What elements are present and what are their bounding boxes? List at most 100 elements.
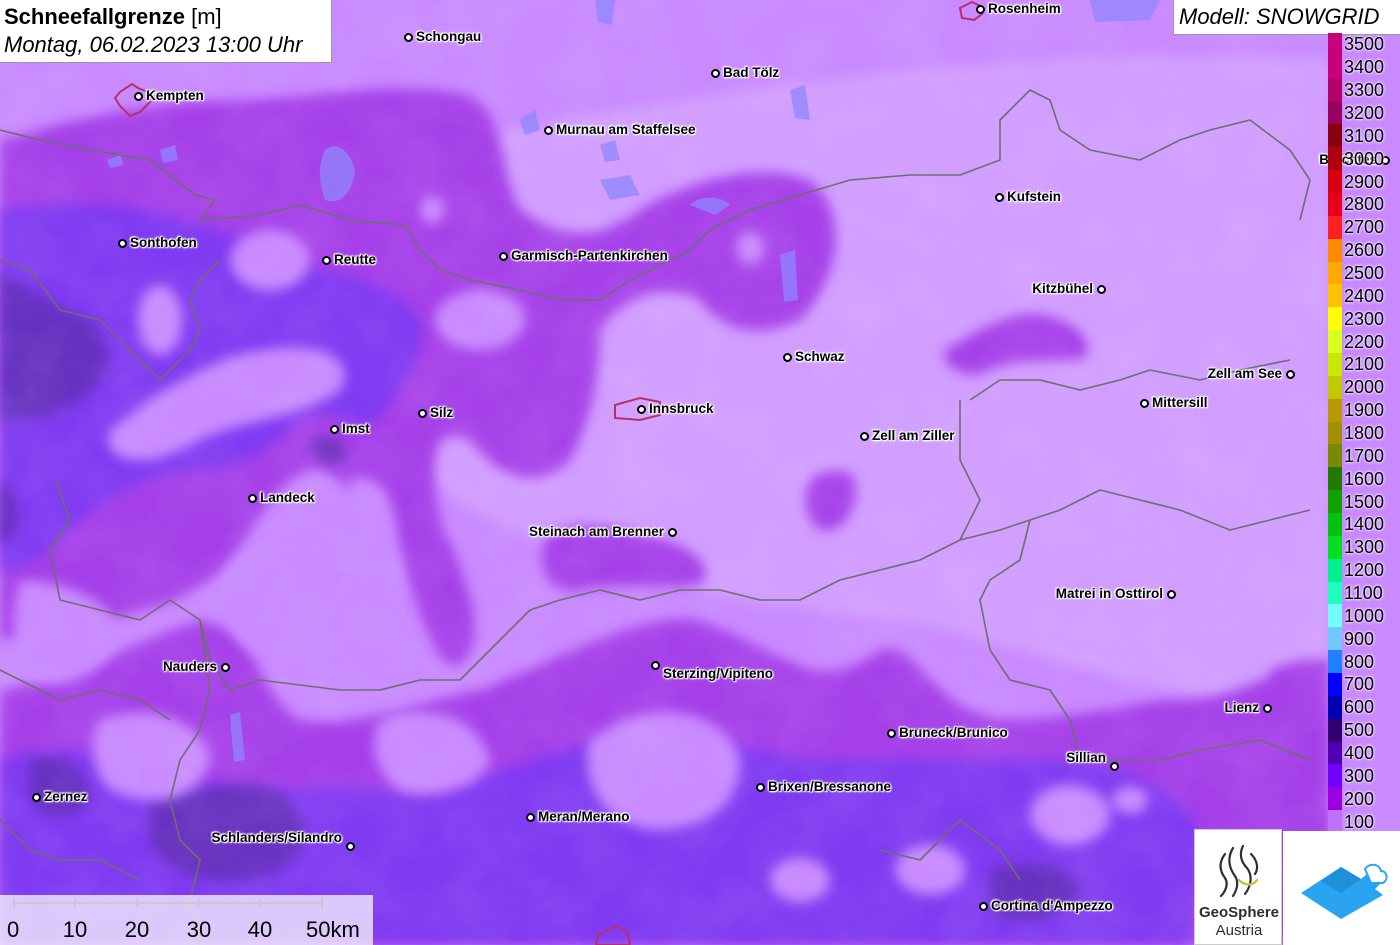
city-marker-schwaz[interactable] — [782, 352, 792, 362]
legend-label: 2200 — [1344, 331, 1385, 352]
legend-swatch — [1328, 238, 1342, 263]
city-marker-garmisch[interactable] — [498, 251, 508, 261]
legend-label: 2300 — [1344, 308, 1385, 329]
city-marker-kitzbuehel[interactable] — [1096, 284, 1106, 294]
color-legend: 3500 3400 3300 3200 3100 3000 2900 2800 2700 2600… — [1328, 33, 1400, 834]
scale-tick-label: 10 — [62, 917, 88, 942]
map-date: Montag, 06.02.2023 13:00 Uhr — [4, 32, 303, 57]
legend-swatch — [1328, 398, 1342, 423]
legend-swatch — [1328, 764, 1342, 788]
legend-label: 3100 — [1344, 125, 1385, 146]
legend-label: 900 — [1344, 628, 1375, 649]
legend-label: 700 — [1344, 674, 1375, 695]
legend-swatch — [1328, 170, 1342, 194]
city-marker-cortina[interactable] — [978, 901, 988, 911]
city-marker-steinach[interactable] — [667, 527, 677, 537]
city-marker-schlanders[interactable] — [345, 841, 355, 851]
legend-label: 600 — [1344, 697, 1375, 718]
legend-label: 500 — [1344, 720, 1375, 741]
city-marker-innsbruck[interactable] — [636, 404, 646, 414]
city-label-matrei: Matrei in Osttirol — [1055, 586, 1163, 601]
legend-label: 2900 — [1344, 171, 1385, 192]
city-label-nauders: Nauders — [162, 659, 217, 674]
scale-tick-label: 20 — [124, 917, 150, 942]
legend-swatch — [1328, 673, 1342, 697]
legend-label: 2800 — [1344, 194, 1385, 215]
legend-label: 2400 — [1344, 285, 1385, 306]
city-marker-sterzing[interactable] — [650, 660, 660, 670]
legend-label: 2500 — [1344, 263, 1385, 283]
city-marker-brixen[interactable] — [755, 782, 765, 792]
legend-label: 3200 — [1344, 103, 1385, 123]
city-label-schwaz: Schwaz — [795, 349, 845, 364]
city-marker-schongau[interactable] — [403, 32, 413, 42]
legend-label: 3300 — [1344, 80, 1385, 101]
city-label-zernez: Zernez — [44, 789, 88, 804]
city-marker-meran[interactable] — [525, 812, 535, 822]
city-marker-sillian[interactable] — [1109, 761, 1119, 771]
legend-swatch — [1328, 124, 1342, 148]
city-marker-bad-toelz[interactable] — [710, 68, 720, 78]
city-marker-matrei[interactable] — [1166, 589, 1176, 599]
city-marker-sonthofen[interactable] — [117, 238, 127, 248]
legend-swatch — [1328, 307, 1342, 331]
city-label-sterzing: Sterzing/Vipiteno — [663, 666, 774, 681]
legend-label: 200 — [1344, 788, 1375, 809]
legend-label: 2600 — [1344, 240, 1385, 261]
city-marker-zernez[interactable] — [31, 792, 41, 802]
legend-swatch — [1328, 741, 1342, 765]
legend-label: 1100 — [1344, 583, 1383, 603]
city-label-schlanders: Schlanders/Silandro — [211, 830, 342, 845]
city-label-murnau: Murnau am Staffelsee — [556, 122, 696, 137]
legend-swatch — [1328, 558, 1342, 583]
legend-label: 1400 — [1344, 514, 1385, 535]
city-marker-mittersill[interactable] — [1139, 398, 1149, 408]
city-label-rosenheim: Rosenheim — [988, 1, 1061, 16]
city-marker-silz[interactable] — [417, 408, 427, 418]
city-marker-reutte[interactable] — [321, 255, 331, 265]
city-marker-rosenheim[interactable] — [975, 4, 985, 14]
legend-label: 2000 — [1344, 377, 1385, 398]
legend-swatch — [1328, 513, 1342, 537]
legend-swatch — [1328, 627, 1342, 651]
legend-label: 3400 — [1344, 57, 1385, 78]
legend-swatch — [1328, 490, 1342, 514]
city-marker-lienz[interactable] — [1262, 703, 1272, 713]
city-label-zell-am-ziller: Zell am Ziller — [872, 428, 955, 443]
city-label-kufstein: Kufstein — [1007, 189, 1061, 204]
city-marker-nauders[interactable] — [220, 662, 230, 672]
city-label-silz: Silz — [430, 405, 454, 420]
city-marker-imst[interactable] — [329, 424, 339, 434]
legend-swatch — [1328, 353, 1342, 377]
city-marker-landeck[interactable] — [247, 493, 257, 503]
city-label-mittersill: Mittersill — [1152, 395, 1208, 410]
city-marker-zell-am-see[interactable] — [1285, 369, 1295, 379]
legend-swatch — [1328, 330, 1342, 354]
city-marker-kufstein[interactable] — [994, 192, 1004, 202]
city-label-reutte: Reutte — [334, 252, 377, 267]
city-label-lienz: Lienz — [1224, 700, 1259, 715]
geosphere-name: GeoSphere — [1198, 904, 1280, 921]
map-canvas[interactable]: 0 10 20 30 40 50km Rosenheim Schongau Bad Tölz K… — [0, 0, 1400, 945]
city-label-meran: Meran/Merano — [538, 809, 630, 824]
city-label-brixen: Brixen/Bressanone — [768, 779, 892, 794]
legend-swatch — [1328, 421, 1342, 445]
legend-swatch — [1328, 261, 1342, 285]
city-label-bad-toelz: Bad Tölz — [723, 65, 780, 80]
city-marker-murnau[interactable] — [543, 125, 553, 135]
snowgrid-logo — [1283, 831, 1400, 945]
city-marker-bruneck[interactable] — [886, 728, 896, 738]
city-marker-zell-am-ziller[interactable] — [859, 431, 869, 441]
legend-swatch — [1328, 33, 1342, 57]
city-label-garmisch: Garmisch-Partenkirchen — [511, 248, 668, 263]
city-label-schongau: Schongau — [416, 29, 482, 44]
legend-label: 1800 — [1344, 423, 1385, 443]
legend-label: 3000 — [1344, 148, 1385, 169]
legend-swatch — [1328, 467, 1342, 491]
legend-label: 100 — [1344, 811, 1375, 832]
city-marker-kempten[interactable] — [133, 91, 143, 101]
city-label-steinach: Steinach am Brenner — [528, 524, 664, 539]
legend-swatch — [1328, 78, 1342, 103]
map-title-unit: [m] — [191, 4, 222, 29]
legend-swatch — [1328, 695, 1342, 720]
